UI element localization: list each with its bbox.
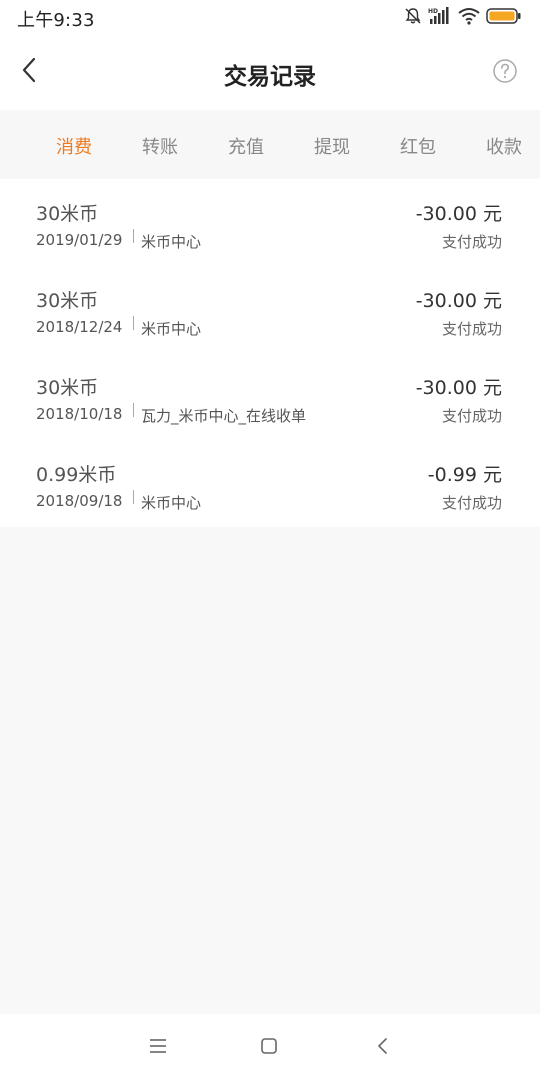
tab-withdraw[interactable]: 提现 [314, 133, 350, 159]
tab-receive[interactable]: 收款 [486, 133, 522, 159]
menu-button[interactable] [145, 1035, 171, 1061]
back-triangle-icon [375, 1036, 391, 1060]
back-nav-button[interactable] [370, 1035, 396, 1061]
item-status: 支付成功 [441, 320, 502, 338]
item-amount: -30.00 元 [415, 377, 502, 399]
item-name: 0.99米币 [36, 464, 117, 486]
svg-text:HD: HD [428, 8, 438, 15]
tab-bar: 消费 转账 充值 提现 红包 收款 [0, 110, 540, 178]
menu-icon [148, 1037, 168, 1059]
hd-signal-icon: HD [428, 7, 452, 29]
list-item[interactable]: 30米币 2018/10/18 瓦力_米币中心_在线收单 -30.00 元 支付… [0, 353, 540, 440]
tab-transfer[interactable]: 转账 [142, 133, 178, 159]
item-merchant: 米币中心 [141, 233, 202, 251]
tab-red-packet[interactable]: 红包 [400, 133, 436, 159]
item-name: 30米币 [36, 203, 99, 225]
item-merchant: 米币中心 [141, 320, 202, 338]
list-item[interactable]: 30米币 2018/12/24 米币中心 -30.00 元 支付成功 [0, 266, 540, 353]
item-name: 30米币 [36, 290, 99, 312]
divider [133, 316, 134, 330]
home-button[interactable] [256, 1035, 282, 1061]
page-title: 交易记录 [224, 64, 316, 90]
status-icons: HD [404, 7, 522, 29]
divider [133, 490, 134, 504]
battery-icon [486, 7, 522, 29]
item-status: 支付成功 [441, 494, 502, 512]
list-item[interactable]: 0.99米币 2018/09/18 米币中心 -0.99 元 支付成功 [0, 440, 540, 527]
list-item[interactable]: 30米币 2019/01/29 米币中心 -30.00 元 支付成功 [0, 179, 540, 266]
question-circle-icon [492, 59, 518, 88]
item-merchant: 瓦力_米币中心_在线收单 [141, 407, 307, 425]
system-nav-bar [0, 1014, 540, 1080]
wifi-icon [458, 7, 480, 29]
divider [133, 403, 134, 417]
item-date: 2018/10/18 [36, 405, 123, 423]
item-date: 2019/01/29 [36, 231, 123, 249]
app-header: 交易记录 [0, 36, 540, 110]
tab-recharge[interactable]: 充值 [228, 133, 264, 159]
status-bar: 上午9:33 HD [0, 0, 540, 36]
item-status: 支付成功 [441, 407, 502, 425]
mute-bell-icon [404, 7, 422, 29]
item-amount: -30.00 元 [415, 203, 502, 225]
item-name: 30米币 [36, 377, 99, 399]
tab-consumption[interactable]: 消费 [56, 133, 92, 159]
divider [133, 229, 134, 243]
item-date: 2018/12/24 [36, 318, 123, 336]
status-time: 上午9:33 [17, 10, 95, 31]
item-amount: -0.99 元 [427, 464, 502, 486]
home-square-icon [259, 1036, 279, 1060]
item-amount: -30.00 元 [415, 290, 502, 312]
item-date: 2018/09/18 [36, 492, 123, 510]
transaction-list: 30米币 2019/01/29 米币中心 -30.00 元 支付成功 30米币 … [0, 179, 540, 527]
help-button[interactable] [492, 58, 518, 84]
item-status: 支付成功 [441, 233, 502, 251]
item-merchant: 米币中心 [141, 494, 202, 512]
